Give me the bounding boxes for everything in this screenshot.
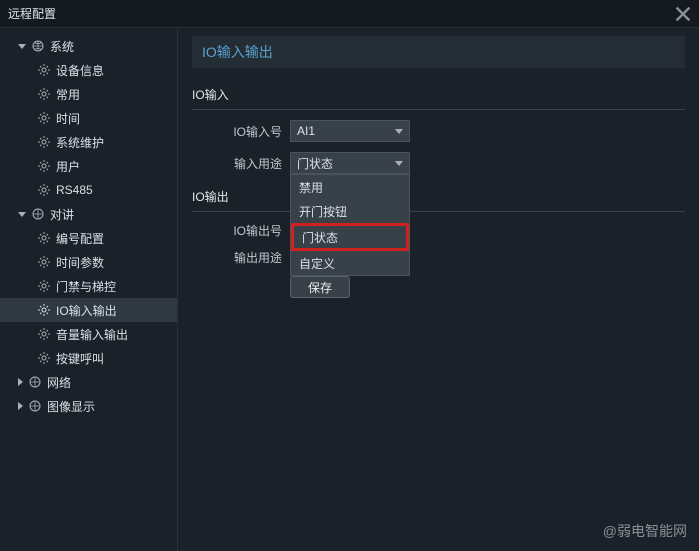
gear-icon [38,184,50,196]
sidebar-item-common[interactable]: 常用 [0,82,177,106]
gear-icon [38,304,50,316]
sidebar-item-sys-maint[interactable]: 系统维护 [0,130,177,154]
gear-icon [38,280,50,292]
gear-icon [38,112,50,124]
gear-icon [38,160,50,172]
sidebar-item-label: 系统维护 [56,134,104,151]
gear-icon [38,352,50,364]
titlebar: 远程配置 [0,0,699,28]
gear-icon [38,232,50,244]
sidebar-item-label: 音量输入输出 [56,326,128,343]
dropdown-option-door-status[interactable]: 门状态 [291,223,409,251]
save-button[interactable]: 保存 [290,276,350,298]
sidebar-item-io[interactable]: IO输入输出 [0,298,177,322]
sidebar-item-access-elevator[interactable]: 门禁与梯控 [0,274,177,298]
globe-icon [32,40,44,52]
sidebar-item-label: 编号配置 [56,230,104,247]
select-value: AI1 [297,124,315,138]
sidebar-item-rs485[interactable]: RS485 [0,178,177,202]
sidebar-item-device-info[interactable]: 设备信息 [0,58,177,82]
sidebar-group-system[interactable]: 系统 [0,34,177,58]
select-io-input-no[interactable]: AI1 [290,120,410,142]
content-area: IO输入输出 IO输入 IO输入号 AI1 输入用途 门状态 禁用 开门按钮 门… [178,28,699,551]
gear-icon [38,328,50,340]
row-output-usage: 输出用途 [192,249,685,266]
close-icon[interactable] [675,6,691,22]
sidebar-item-key-call[interactable]: 按键呼叫 [0,346,177,370]
sidebar-item-label: 常用 [56,86,80,103]
sidebar-item-volume-io[interactable]: 音量输入输出 [0,322,177,346]
globe-icon [29,400,41,412]
dropdown-option-open-button[interactable]: 开门按钮 [291,199,409,223]
sidebar-item-label: 门禁与梯控 [56,278,116,295]
row-input-usage: 输入用途 门状态 禁用 开门按钮 门状态 自定义 [192,152,685,174]
sidebar-item-label: RS485 [56,183,93,197]
sidebar-item-label: IO输入输出 [56,302,117,319]
dropdown-option-custom[interactable]: 自定义 [291,251,409,275]
label-output-usage: 输出用途 [192,249,282,266]
label-io-input-no: IO输入号 [192,123,282,140]
caret-down-icon [18,44,26,49]
section-io-output-title: IO输出 [192,184,685,212]
sidebar-group-image-display[interactable]: 图像显示 [0,394,177,418]
sidebar-group-intercom[interactable]: 对讲 [0,202,177,226]
label-io-output-no: IO输出号 [192,222,282,239]
sidebar-item-number-config[interactable]: 编号配置 [0,226,177,250]
select-value: 门状态 [297,155,333,172]
globe-icon [32,208,44,220]
sidebar-item-time-params[interactable]: 时间参数 [0,250,177,274]
sidebar-group-label: 系统 [50,38,74,55]
chevron-down-icon [395,161,403,166]
caret-right-icon [18,402,23,410]
sidebar-item-label: 时间参数 [56,254,104,271]
sidebar-group-label: 对讲 [50,206,74,223]
caret-down-icon [18,212,26,217]
sidebar-group-network[interactable]: 网络 [0,370,177,394]
chevron-down-icon [395,129,403,134]
sidebar-group-label: 网络 [47,374,71,391]
watermark: @弱电智能网 [603,521,687,541]
page-title: IO输入输出 [192,36,685,68]
globe-icon [29,376,41,388]
gear-icon [38,88,50,100]
dropdown-option-disable[interactable]: 禁用 [291,175,409,199]
label-input-usage: 输入用途 [192,155,282,172]
section-io-input-title: IO输入 [192,82,685,110]
gear-icon [38,256,50,268]
sidebar-item-user[interactable]: 用户 [0,154,177,178]
sidebar-item-label: 按键呼叫 [56,350,104,367]
gear-icon [38,136,50,148]
window-title: 远程配置 [8,5,56,22]
sidebar-item-label: 设备信息 [56,62,104,79]
row-io-input-no: IO输入号 AI1 [192,120,685,142]
sidebar: 系统 设备信息 常用 时间 系统维护 用户 RS485 对讲 编号配置 时间参数… [0,28,178,551]
sidebar-item-label: 用户 [56,158,80,175]
row-io-output-no: IO输出号 [192,222,685,239]
sidebar-group-label: 图像显示 [47,398,95,415]
caret-right-icon [18,378,23,386]
sidebar-item-time[interactable]: 时间 [0,106,177,130]
select-input-usage[interactable]: 门状态 [290,152,410,174]
dropdown-input-usage: 禁用 开门按钮 门状态 自定义 [290,174,410,276]
sidebar-item-label: 时间 [56,110,80,127]
gear-icon [38,64,50,76]
